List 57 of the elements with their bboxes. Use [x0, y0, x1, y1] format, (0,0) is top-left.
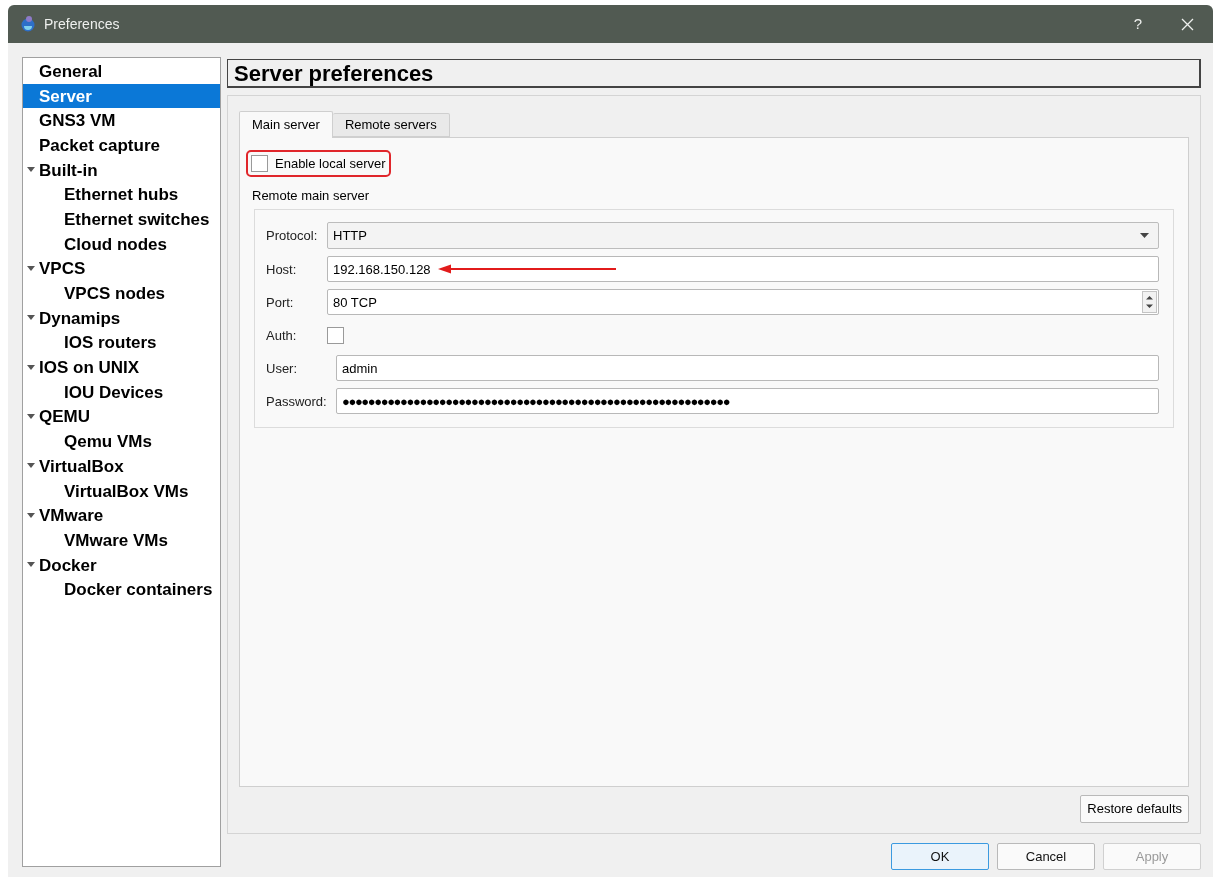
- close-icon: [1180, 17, 1194, 31]
- tree-item[interactable]: Qemu VMs: [23, 429, 220, 454]
- auth-checkbox[interactable]: [327, 326, 344, 344]
- expand-caret-icon[interactable]: [27, 562, 35, 569]
- password-field[interactable]: ●●●●●●●●●●●●●●●●●●●●●●●●●●●●●●●●●●●●●●●●●●●●●●●●●●●●●●●●●●●●: [336, 388, 1159, 415]
- expand-caret-icon[interactable]: [27, 315, 35, 322]
- tree-item[interactable]: IOU Devices: [23, 379, 220, 405]
- field-label: User:: [266, 359, 299, 378]
- tree-item[interactable]: VirtualBox VMs: [23, 478, 220, 504]
- dialog-button[interactable]: OK: [891, 843, 989, 870]
- tree-item[interactable]: VPCS: [23, 256, 220, 282]
- port-spinbox[interactable]: 80 TCP: [327, 289, 1159, 316]
- expand-caret-icon[interactable]: [27, 463, 35, 470]
- tree-item[interactable]: Ethernet hubs: [23, 182, 220, 208]
- help-button[interactable]: ?: [1115, 5, 1161, 43]
- restore-defaults-button[interactable]: Restore defaults: [1080, 795, 1189, 823]
- tree-item[interactable]: Dynamips: [23, 305, 220, 331]
- tree-item[interactable]: Packet capture: [23, 133, 220, 158]
- protocol-dropdown[interactable]: HTTP: [327, 222, 1159, 250]
- checkbox-label: Enable local server: [275, 154, 386, 173]
- expand-caret-icon[interactable]: [27, 364, 35, 371]
- spin-arrows-icon[interactable]: [1142, 291, 1157, 314]
- expand-caret-icon[interactable]: [27, 512, 35, 519]
- group-title: Remote main server: [252, 186, 371, 205]
- expand-caret-icon[interactable]: [27, 413, 35, 420]
- field-label: Password:: [266, 392, 328, 411]
- tab[interactable]: Remote servers: [332, 112, 450, 137]
- tree-item[interactable]: VMware: [23, 503, 220, 529]
- field-label: Auth:: [266, 326, 298, 345]
- field-label: Host:: [266, 260, 298, 279]
- tree-item[interactable]: General: [23, 59, 220, 84]
- tree-item[interactable]: VPCS nodes: [23, 281, 220, 306]
- dialog-button[interactable]: Cancel: [997, 843, 1095, 870]
- tree-item[interactable]: Server: [23, 83, 220, 109]
- tree-item[interactable]: Cloud nodes: [23, 231, 220, 257]
- tree-item[interactable]: IOS on UNIX: [23, 355, 220, 380]
- tree-item[interactable]: IOS routers: [23, 330, 220, 356]
- tree-item[interactable]: GNS3 VM: [23, 108, 220, 134]
- enable-local-server-checkbox[interactable]: [251, 154, 268, 172]
- app-logo-icon: [20, 15, 36, 33]
- field-label: Port:: [266, 293, 295, 312]
- tree-item[interactable]: VMware VMs: [23, 528, 220, 553]
- tab[interactable]: Main server: [239, 110, 333, 138]
- tree-item[interactable]: Docker containers: [23, 577, 220, 603]
- page-header: Server preferences: [227, 59, 1201, 88]
- tree-item[interactable]: QEMU: [23, 404, 220, 430]
- window-title: Preferences: [44, 14, 120, 34]
- tree-item[interactable]: Ethernet switches: [23, 207, 220, 232]
- tree-item[interactable]: Built-in: [23, 157, 220, 183]
- expand-caret-icon[interactable]: [27, 265, 35, 272]
- field-label: Protocol:: [266, 227, 319, 246]
- dropdown-caret-icon: [1140, 233, 1149, 239]
- tree-item[interactable]: VirtualBox: [23, 454, 220, 479]
- tree-item[interactable]: Docker: [23, 552, 220, 578]
- expand-caret-icon[interactable]: [27, 167, 35, 174]
- text-field[interactable]: 192.168.150.128: [327, 256, 1159, 283]
- text-field[interactable]: admin: [336, 355, 1159, 382]
